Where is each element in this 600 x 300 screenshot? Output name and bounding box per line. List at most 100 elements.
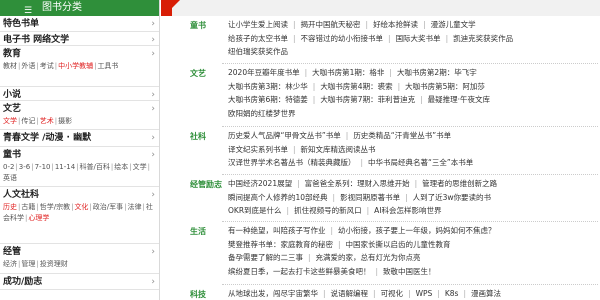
booklist-link[interactable]: 译文纪实系列书单: [228, 145, 288, 154]
booklist-link[interactable]: 凯迪克奖获奖作品: [453, 34, 513, 43]
category-link[interactable]: 经济: [3, 260, 17, 268]
booklist-link[interactable]: AI科会怎样影响世界: [374, 206, 441, 215]
category-title[interactable]: 经管: [3, 246, 155, 258]
booklist-link[interactable]: 历史类精品“汗青堂丛书”书单: [353, 131, 451, 140]
category-3[interactable]: 教育 › 教材|外语|考试|中小学教辅|工具书: [0, 46, 159, 87]
booklist-link[interactable]: 大咖书房第2期：毕飞宇: [397, 68, 477, 77]
category-link[interactable]: 法律: [128, 203, 142, 211]
booklist-link[interactable]: 可视化: [381, 289, 404, 298]
category-link[interactable]: 3-6: [19, 163, 30, 171]
category-2[interactable]: 电子书 网络文学 ›: [0, 32, 159, 46]
booklist-link[interactable]: WPS: [416, 289, 433, 298]
category-link[interactable]: 科普/百科: [80, 163, 110, 171]
category-9[interactable]: 经管 › 经济|管理|投资理财: [0, 244, 159, 274]
booklist-link[interactable]: 大咖书房第3期：林少华: [228, 82, 308, 91]
booklist-link[interactable]: 新知文库精选阅读丛书: [301, 145, 376, 154]
booklist-link[interactable]: 好绘本抢鲜读: [373, 20, 418, 29]
category-link[interactable]: 古籍: [21, 203, 35, 211]
category-link[interactable]: 投资理财: [40, 260, 68, 268]
booklist-link[interactable]: 欧阳娟的红楼梦世界: [228, 109, 296, 118]
category-link[interactable]: 政治/军事: [93, 203, 123, 211]
booklist-link[interactable]: K8s: [445, 289, 459, 298]
category-link[interactable]: 教材: [3, 62, 17, 70]
booklist-link[interactable]: 幼小衔接，孩子要上一年级，妈妈如何不焦虑？: [338, 226, 496, 235]
booklist-link[interactable]: 最疑推理·午夜文库: [428, 95, 490, 104]
category-title[interactable]: 特色书单: [3, 18, 155, 30]
category-link[interactable]: 考试: [40, 62, 54, 70]
booklist-link[interactable]: 说语解编程: [331, 289, 369, 298]
category-link[interactable]: 摄影: [58, 117, 72, 125]
booklist-link[interactable]: 瞬间提高个人修养的10部经典: [228, 193, 328, 202]
booklist-link[interactable]: 中华书局经典名著“三全”本书单: [368, 158, 473, 167]
category-link[interactable]: 心理学: [28, 214, 49, 222]
category-link[interactable]: 哲学/宗教: [40, 203, 70, 211]
category-title[interactable]: 教育: [3, 48, 155, 60]
category-link[interactable]: 11-14: [55, 163, 75, 171]
booklist-link[interactable]: 中国经济2021展望: [228, 179, 292, 188]
booklist-link[interactable]: 缤纷夏日季，一起去打卡这些鲜暴美食吧！: [228, 267, 371, 276]
category-link[interactable]: 7-10: [35, 163, 51, 171]
category-link[interactable]: 历史: [3, 203, 17, 211]
category-link[interactable]: 工具书: [97, 62, 118, 70]
booklist-link[interactable]: 国际大奖书单: [396, 34, 441, 43]
booklist-link[interactable]: 漫画算法: [471, 289, 501, 298]
category-8[interactable]: 人文社科 › 历史|古籍|哲学/宗教|文化|政治/军事|法律|社会科学|心理学: [0, 187, 159, 244]
separator: |: [142, 203, 145, 211]
booklist-link[interactable]: 历史爱人气品牌“甲骨文丛书”书单: [228, 131, 341, 140]
category-link[interactable]: 英语: [3, 174, 17, 182]
category-link[interactable]: 文学: [133, 163, 147, 171]
booklist-link[interactable]: 大咖书房第6期：特德姜: [228, 95, 308, 104]
category-title[interactable]: 成功/励志: [3, 276, 155, 288]
category-link[interactable]: 管理: [21, 260, 35, 268]
booklist-link[interactable]: 中国家长撕以启齿的儿童性教育: [346, 240, 451, 249]
booklist-link[interactable]: 大咖书房第1期：格非: [312, 68, 384, 77]
booklist-link[interactable]: 致敬中国医生！: [383, 267, 436, 276]
booklist-link[interactable]: 大咖书房第7期：菲利普迪克: [320, 95, 415, 104]
booklist-link[interactable]: OKR到底是什么: [228, 206, 282, 215]
category-title[interactable]: 小说: [3, 89, 155, 101]
category-4[interactable]: 小说 ›: [0, 87, 159, 101]
booklist-link[interactable]: 影视同期原著书单: [340, 193, 400, 202]
category-title[interactable]: 电子书 网络文学: [3, 34, 155, 46]
category-link[interactable]: 文学: [3, 117, 17, 125]
booklist-link[interactable]: 富爸爸全系列：理财入思维开始: [305, 179, 410, 188]
booklist-link[interactable]: 让小学生爱上阅读: [228, 20, 288, 29]
booklist-link[interactable]: 樊登推荐书单：家庭教育的秘密: [228, 240, 333, 249]
booklist-link[interactable]: 汉译世界学术名著丛书（精装典藏版）: [228, 158, 356, 167]
category-title[interactable]: 文艺: [3, 103, 155, 115]
booklist-row: 给孩子的太空书单 | 不容错过的幼小衔接书单 | 国际大奖书单 | 凯迪克奖获奖作品: [228, 34, 513, 44]
category-5[interactable]: 文艺 › 文学|传记|艺术|摄影: [0, 101, 159, 130]
booklist-link[interactable]: 揭开中国航天秘密: [301, 20, 361, 29]
category-link[interactable]: 艺术: [40, 117, 54, 125]
category-link[interactable]: 0-2: [3, 163, 14, 171]
category-link[interactable]: 文化: [74, 203, 88, 211]
booklist-link[interactable]: 漫游儿童文学: [431, 20, 476, 29]
category-links: 教材|外语|考试|中小学教辅|工具书: [3, 61, 155, 72]
booklist-link[interactable]: 不容错过的幼小衔接书单: [301, 34, 384, 43]
booklist-link[interactable]: 充满爱的家，总有灯光为你点亮: [316, 253, 421, 262]
booklist-link[interactable]: 管理者的思维创新之路: [422, 179, 497, 188]
booklist-link[interactable]: 大咖书房第5期：阿加莎: [405, 82, 485, 91]
booklist-link[interactable]: 给孩子的太空书单: [228, 34, 288, 43]
category-1[interactable]: 特色书单 ›: [0, 16, 159, 32]
category-link[interactable]: 绘本: [114, 163, 128, 171]
category-title[interactable]: 童书: [3, 149, 155, 161]
booklist-row: 译文纪实系列书单 | 新知文库精选阅读丛书: [228, 145, 376, 155]
category-link[interactable]: 中小学教辅: [58, 62, 93, 70]
booklist-link[interactable]: 备孕需要了解的二三事: [228, 253, 303, 262]
booklist-link[interactable]: 纽伯瑞奖获奖作品: [228, 47, 288, 56]
category-title[interactable]: 人文社科: [3, 189, 155, 201]
category-10[interactable]: 成功/励志 ›: [0, 274, 159, 290]
category-6[interactable]: 青春文学 /动漫 · 幽默 ›: [0, 130, 159, 147]
booklist-link[interactable]: 2020年豆瓣年度书单: [228, 68, 300, 77]
booklist-link[interactable]: 人到了近3w你要读的书: [413, 193, 491, 202]
booklist-link[interactable]: 抓住视频号的新风口: [294, 206, 362, 215]
booklist-row: 汉译世界学术名著丛书（精装典藏版） | 中华书局经典名著“三全”本书单: [228, 158, 473, 168]
booklist-link[interactable]: 从地球出发，闯尽宇宙繁华: [228, 289, 318, 298]
category-title[interactable]: 青春文学 /动漫 · 幽默: [3, 132, 155, 144]
booklist-link[interactable]: 有一种绝望，叫陪孩子写作业: [228, 226, 326, 235]
category-7[interactable]: 童书 › 0-2|3-6|7-10|11-14|科普/百科|绘本|文学|英语: [0, 147, 159, 187]
category-link[interactable]: 传记: [21, 117, 35, 125]
booklist-link[interactable]: 大咖书房第4期：裘索: [320, 82, 392, 91]
category-link[interactable]: 外语: [21, 62, 35, 70]
